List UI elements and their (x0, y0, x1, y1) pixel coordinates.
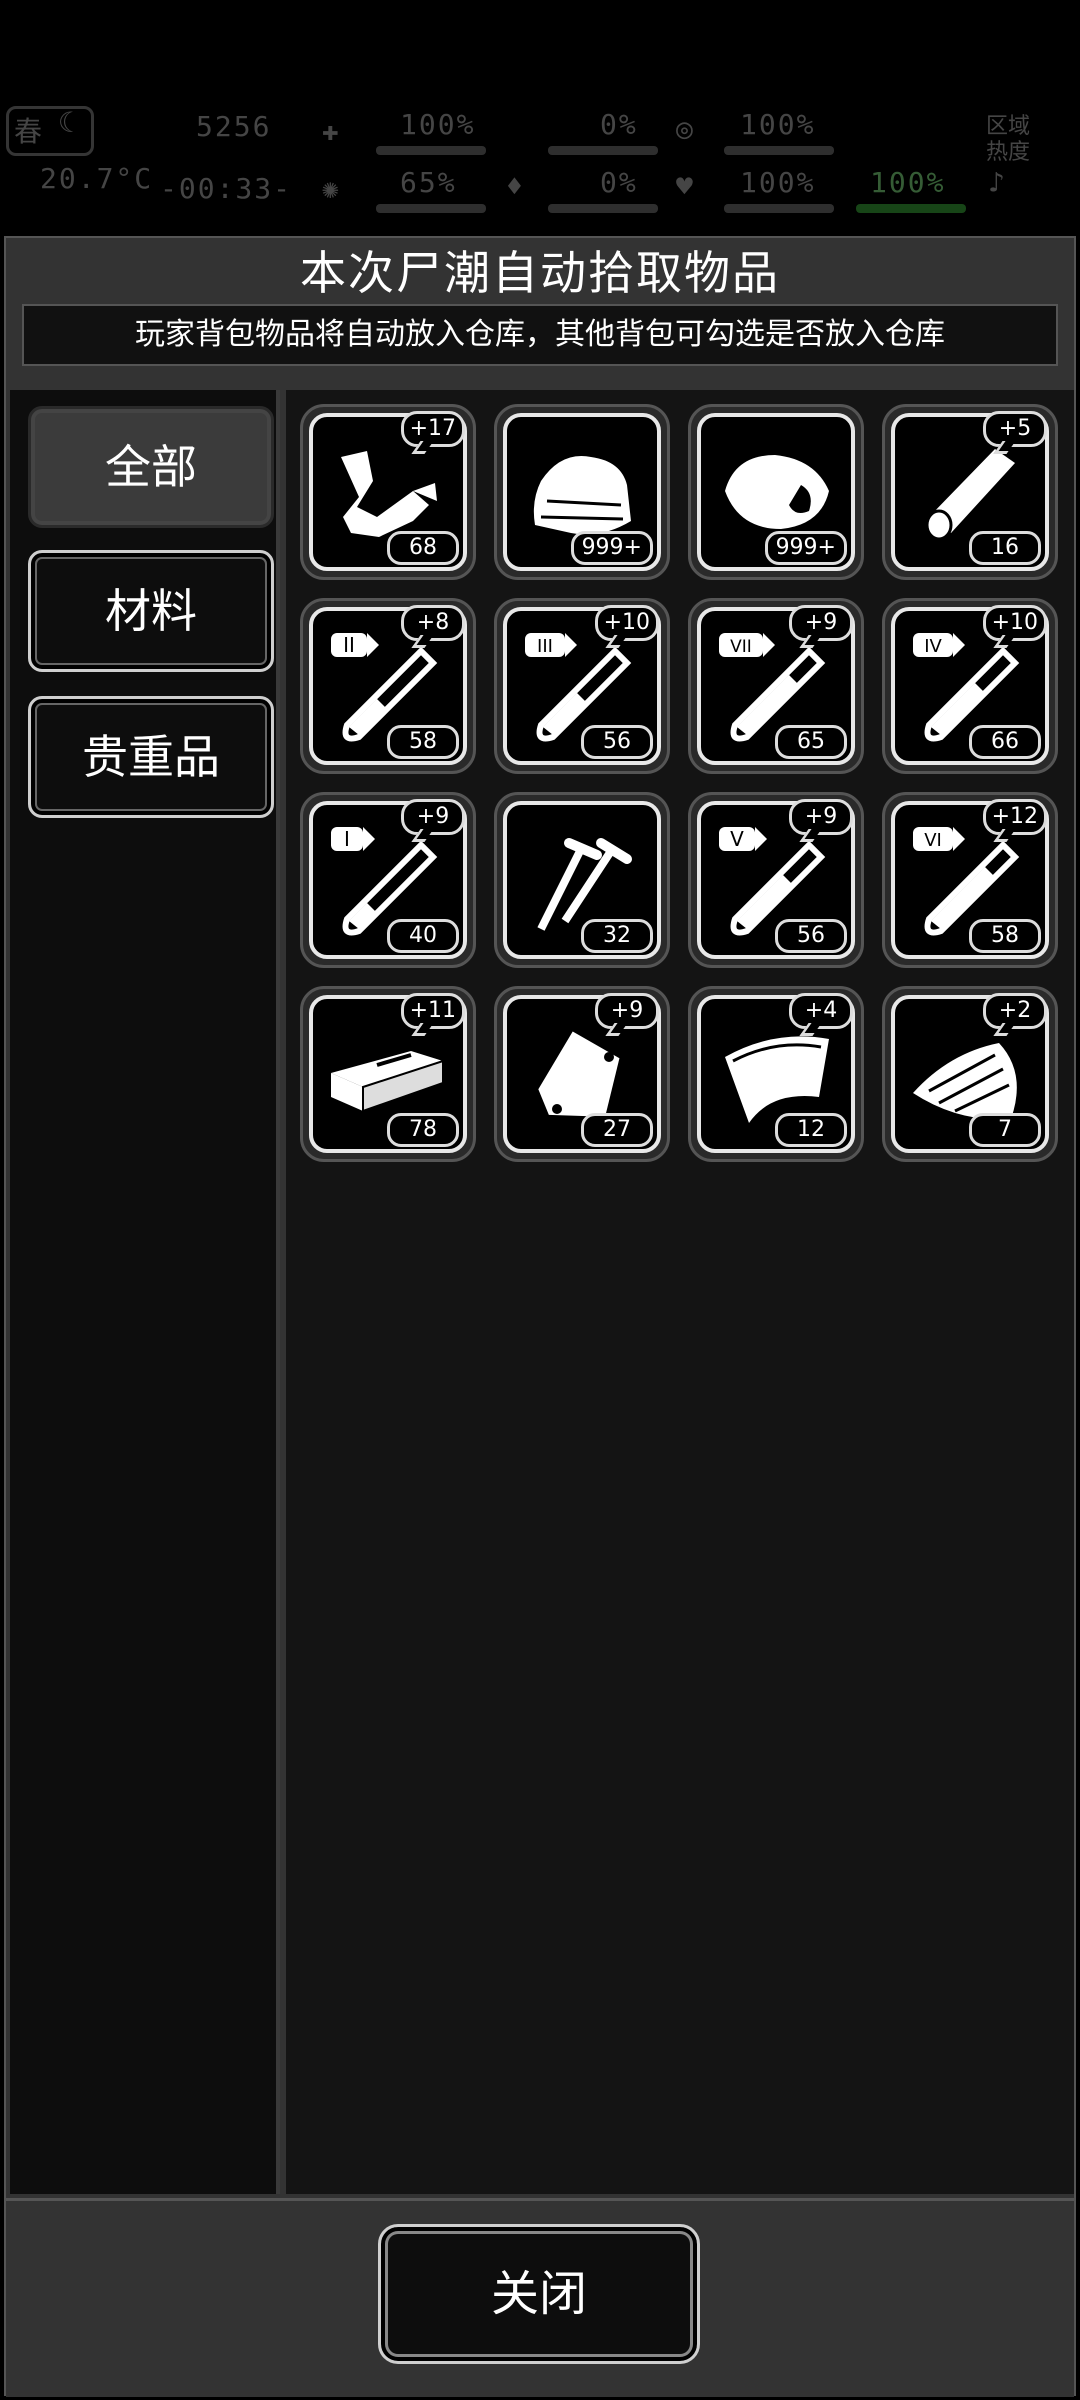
item-slot[interactable]: 999+ (688, 404, 864, 580)
bleeding-stat: 0% (600, 166, 638, 199)
moon-icon: ☾ (58, 106, 77, 139)
bonus-badge: +9 (595, 993, 659, 1029)
season-label: 春 (14, 115, 45, 148)
item-slot[interactable]: V +9 56 (688, 792, 864, 968)
sanity-stat: 65% (400, 166, 457, 199)
thirst-stat: 100% (740, 108, 816, 141)
item-slot[interactable]: +9 27 (494, 986, 670, 1162)
item-slot[interactable]: II +8 58 (300, 598, 476, 774)
bonus-badge: +4 (789, 993, 853, 1029)
temperature: 20.7°C (40, 162, 154, 195)
item-count: 65 (775, 725, 847, 759)
bonus-badge: +11 (400, 993, 465, 1029)
item-count: 58 (969, 919, 1041, 953)
bonus-badge: +9 (789, 605, 853, 641)
brain-icon: ✺ (322, 172, 341, 205)
item-count: 12 (775, 1113, 847, 1147)
bonus-badge: +17 (400, 411, 465, 447)
tab-valuables[interactable]: 贵重品 (28, 696, 274, 818)
svg-text:VII: VII (730, 637, 752, 657)
health-icon: ✚ (322, 114, 341, 147)
bonus-badge: +8 (401, 605, 465, 641)
bonus-badge: +12 (982, 799, 1047, 835)
dialog-title: 本次尸潮自动拾取物品 (300, 246, 780, 300)
item-slot[interactable]: VII +9 65 (688, 598, 864, 774)
close-button[interactable]: 关闭 (378, 2224, 700, 2364)
bonus-badge: +9 (789, 799, 853, 835)
svg-text:I: I (344, 827, 350, 851)
item-slot[interactable]: IV +10 66 (882, 598, 1058, 774)
bonus-badge: +2 (983, 993, 1047, 1029)
item-count: 999+ (570, 531, 653, 565)
tab-materials[interactable]: 材料 (28, 550, 274, 672)
hunger-stat: 0% (600, 108, 638, 141)
bonus-badge: +10 (594, 605, 659, 641)
bonus-badge: +5 (983, 411, 1047, 447)
stamina-stat: 100% (870, 166, 946, 199)
item-count: 56 (775, 919, 847, 953)
blood-icon: ♦ (506, 170, 525, 203)
clock: -00:33- (160, 172, 293, 205)
health-stat: 100% (400, 108, 476, 141)
zone-heat-label: 区域热度 (986, 114, 1031, 165)
item-slot[interactable]: +17 68 (300, 404, 476, 580)
svg-text:III: III (537, 636, 553, 657)
category-sidebar: 全部 材料 贵重品 (10, 390, 280, 2194)
item-slot[interactable]: VI +12 58 (882, 792, 1058, 968)
item-count: 32 (581, 919, 653, 953)
item-slot[interactable]: +2 7 (882, 986, 1058, 1162)
svg-text:V: V (730, 827, 744, 851)
bonus-badge: +10 (982, 605, 1047, 641)
item-grid: +17 68 999+ 999+ +5 16 II +8 58 III +10 … (286, 390, 1074, 2194)
item-count: 56 (581, 725, 653, 759)
item-slot[interactable]: III +10 56 (494, 598, 670, 774)
heart-icon: ♥ (676, 170, 695, 203)
item-count: 66 (969, 725, 1041, 759)
mood-stat: 100% (740, 166, 816, 199)
status-hud: 春 ☾ 5256 20.7°C -00:33- ✚ 100% ✺ 65% 0% … (0, 100, 1080, 230)
item-count: 58 (387, 725, 459, 759)
stomach-icon: ◎ (676, 112, 695, 145)
svg-text:II: II (343, 633, 355, 657)
dialog-subtitle: 玩家背包物品将自动放入仓库，其他背包可勾选是否放入仓库 (22, 304, 1058, 366)
item-slot[interactable]: 999+ (494, 404, 670, 580)
tab-all[interactable]: 全部 (28, 406, 274, 528)
item-count: 999+ (764, 531, 847, 565)
item-count: 68 (387, 531, 459, 565)
item-count: 78 (387, 1113, 459, 1147)
item-slot[interactable]: 32 (494, 792, 670, 968)
item-count: 40 (387, 919, 459, 953)
item-count: 16 (969, 531, 1041, 565)
bonus-badge: +9 (401, 799, 465, 835)
item-count: 7 (969, 1113, 1041, 1147)
coin-count: 5256 (196, 110, 272, 143)
item-slot[interactable]: +4 12 (688, 986, 864, 1162)
svg-text:IV: IV (924, 636, 942, 657)
item-slot[interactable]: +11 78 (300, 986, 476, 1162)
speaker-icon[interactable]: ♪ (988, 166, 1007, 199)
svg-text:VI: VI (924, 830, 942, 851)
item-count: 27 (581, 1113, 653, 1147)
item-slot[interactable]: +5 16 (882, 404, 1058, 580)
item-slot[interactable]: I +9 40 (300, 792, 476, 968)
